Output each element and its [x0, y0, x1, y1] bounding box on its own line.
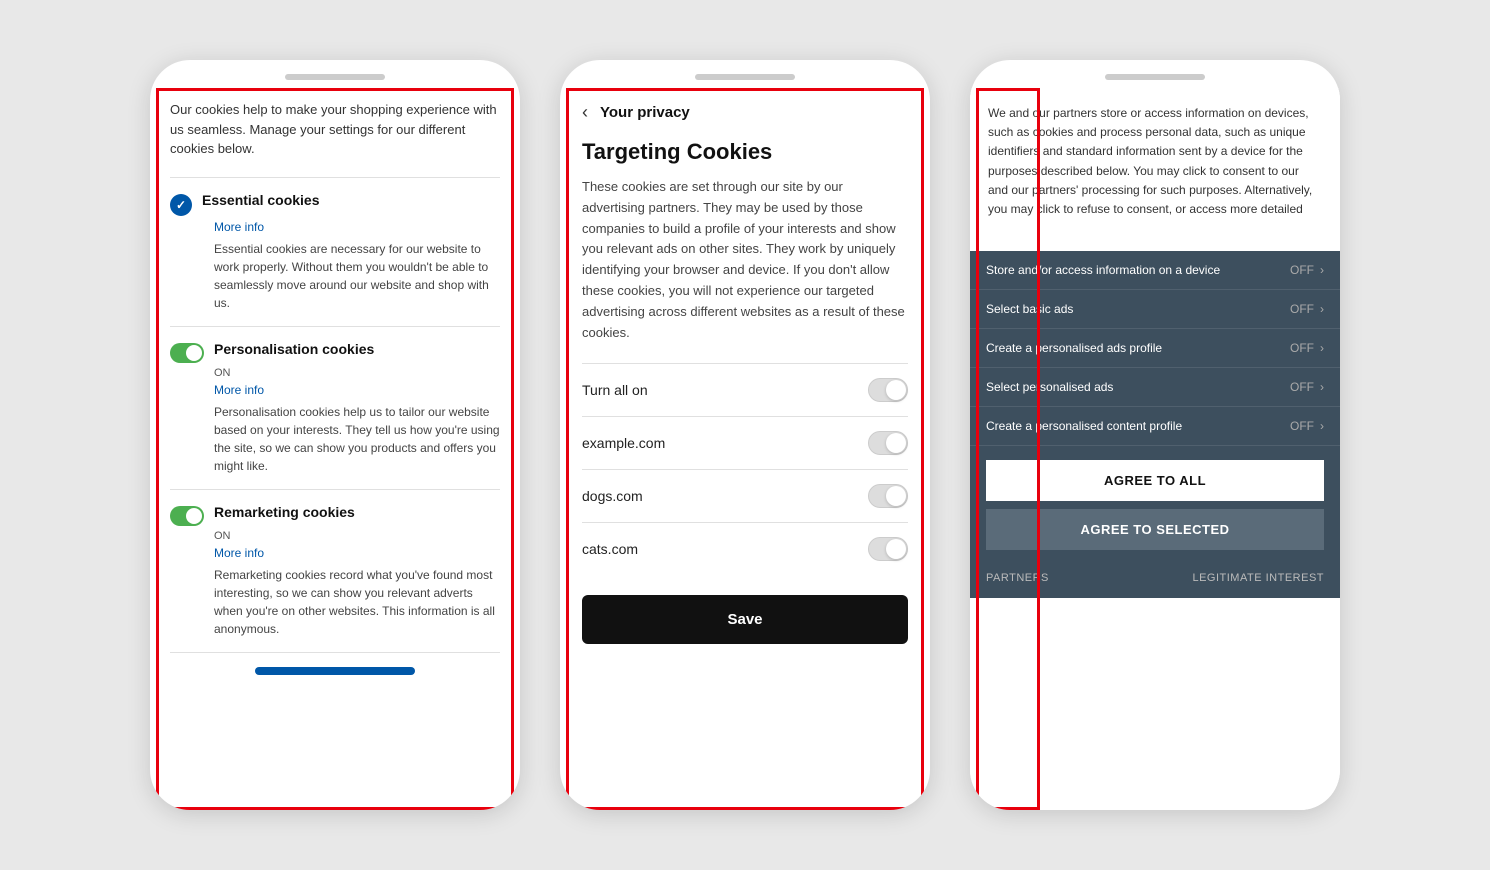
phone1-content: Our cookies help to make your shopping e… — [150, 88, 520, 810]
phone2-content: ‹ Your privacy Targeting Cookies These c… — [560, 88, 930, 810]
personalisation-cookies-section: Personalisation cookies ON More info Per… — [170, 326, 500, 489]
turn-all-on-label: Turn all on — [582, 382, 648, 398]
remarketing-cookies-title: Remarketing cookies — [214, 504, 355, 520]
store-access-label: Store and/or access information on a dev… — [986, 263, 1290, 277]
essential-more-info-link[interactable]: More info — [214, 220, 500, 234]
personalised-ads-profile-status: OFF — [1290, 341, 1314, 355]
select-basic-ads-status: OFF — [1290, 302, 1314, 316]
turn-all-on-row: Turn all on — [582, 363, 908, 416]
remarketing-cookies-section: Remarketing cookies ON More info Remarke… — [170, 489, 500, 652]
phone-1: Our cookies help to make your shopping e… — [150, 60, 520, 810]
phone-screen-3: We and our partners store or access info… — [970, 88, 1340, 810]
personalisation-cookies-description: Personalisation cookies help us to tailo… — [214, 403, 500, 475]
phone-3: We and our partners store or access info… — [970, 60, 1340, 810]
phone2-header: ‹ Your privacy — [582, 102, 908, 123]
phone-notch-3 — [1105, 74, 1205, 80]
turn-all-on-toggle[interactable] — [868, 378, 908, 402]
cats-com-toggle[interactable] — [868, 537, 908, 561]
personalised-content-profile-label: Create a personalised content profile — [986, 419, 1290, 433]
essential-cookies-section: Essential cookies More info Essential co… — [170, 177, 500, 326]
agree-to-all-button[interactable]: AGREE TO ALL — [986, 460, 1324, 501]
remarketing-cookies-description: Remarketing cookies record what you've f… — [214, 566, 500, 638]
select-personalised-ads-status: OFF — [1290, 380, 1314, 394]
phone2-header-title: Your privacy — [600, 104, 690, 121]
personalisation-cookies-header: Personalisation cookies — [170, 341, 500, 363]
personalisation-toggle[interactable] — [170, 343, 204, 363]
example-com-label: example.com — [582, 435, 665, 451]
remarketing-cookies-header: Remarketing cookies — [170, 504, 500, 526]
cats-com-row: cats.com — [582, 522, 908, 575]
legitimate-interest-link[interactable]: LEGITIMATE INTEREST — [1192, 572, 1324, 584]
remarketing-more-info-link[interactable]: More info — [214, 546, 500, 560]
phone3-footer: PARTNERS LEGITIMATE INTEREST — [970, 562, 1340, 598]
phone1-intro-text: Our cookies help to make your shopping e… — [170, 100, 500, 159]
phone-2: ‹ Your privacy Targeting Cookies These c… — [560, 60, 930, 810]
save-button[interactable]: Save — [582, 595, 908, 644]
personalised-content-profile-chevron-icon: › — [1320, 419, 1324, 433]
personalisation-on-label: ON — [214, 367, 500, 379]
select-personalised-ads-chevron-icon: › — [1320, 380, 1324, 394]
phone1-footer — [170, 652, 500, 689]
personalisation-cookies-title: Personalisation cookies — [214, 341, 374, 357]
store-access-row[interactable]: Store and/or access information on a dev… — [970, 251, 1340, 290]
phone3-top-section: We and our partners store or access info… — [970, 88, 1340, 251]
targeting-cookies-title: Targeting Cookies — [582, 139, 908, 165]
essential-check-icon — [170, 194, 192, 216]
phone3-intro-text: We and our partners store or access info… — [988, 104, 1322, 219]
phone3-content: We and our partners store or access info… — [970, 88, 1340, 810]
dogs-com-toggle[interactable] — [868, 484, 908, 508]
phone-screen-2: ‹ Your privacy Targeting Cookies These c… — [560, 88, 930, 810]
select-basic-ads-chevron-icon: › — [1320, 302, 1324, 316]
personalised-content-profile-row[interactable]: Create a personalised content profile OF… — [970, 407, 1340, 446]
remarketing-on-label: ON — [214, 530, 500, 542]
phone3-dark-section: Store and/or access information on a dev… — [970, 251, 1340, 598]
example-com-toggle[interactable] — [868, 431, 908, 455]
select-personalised-ads-label: Select personalised ads — [986, 380, 1290, 394]
select-basic-ads-label: Select basic ads — [986, 302, 1290, 316]
dogs-com-row: dogs.com — [582, 469, 908, 522]
select-basic-ads-row[interactable]: Select basic ads OFF › — [970, 290, 1340, 329]
blue-progress-bar — [255, 667, 415, 675]
personalised-ads-profile-chevron-icon: › — [1320, 341, 1324, 355]
personalised-content-profile-status: OFF — [1290, 419, 1314, 433]
phone-screen-1: Our cookies help to make your shopping e… — [150, 88, 520, 810]
cats-com-label: cats.com — [582, 541, 638, 557]
targeting-cookies-description: These cookies are set through our site b… — [582, 177, 908, 343]
back-arrow-icon[interactable]: ‹ — [582, 102, 588, 123]
essential-cookies-title: Essential cookies — [202, 192, 320, 208]
dogs-com-label: dogs.com — [582, 488, 643, 504]
select-personalised-ads-row[interactable]: Select personalised ads OFF › — [970, 368, 1340, 407]
phone-notch-1 — [285, 74, 385, 80]
essential-cookies-description: Essential cookies are necessary for our … — [214, 240, 500, 312]
phone-notch-2 — [695, 74, 795, 80]
partners-link[interactable]: PARTNERS — [986, 572, 1049, 584]
personalisation-more-info-link[interactable]: More info — [214, 383, 500, 397]
remarketing-toggle[interactable] — [170, 506, 204, 526]
essential-cookies-header: Essential cookies — [170, 192, 500, 216]
agree-to-selected-button[interactable]: AGREE TO SELECTED — [986, 509, 1324, 550]
store-access-chevron-icon: › — [1320, 263, 1324, 277]
store-access-status: OFF — [1290, 263, 1314, 277]
personalised-ads-profile-row[interactable]: Create a personalised ads profile OFF › — [970, 329, 1340, 368]
example-com-row: example.com — [582, 416, 908, 469]
personalised-ads-profile-label: Create a personalised ads profile — [986, 341, 1290, 355]
